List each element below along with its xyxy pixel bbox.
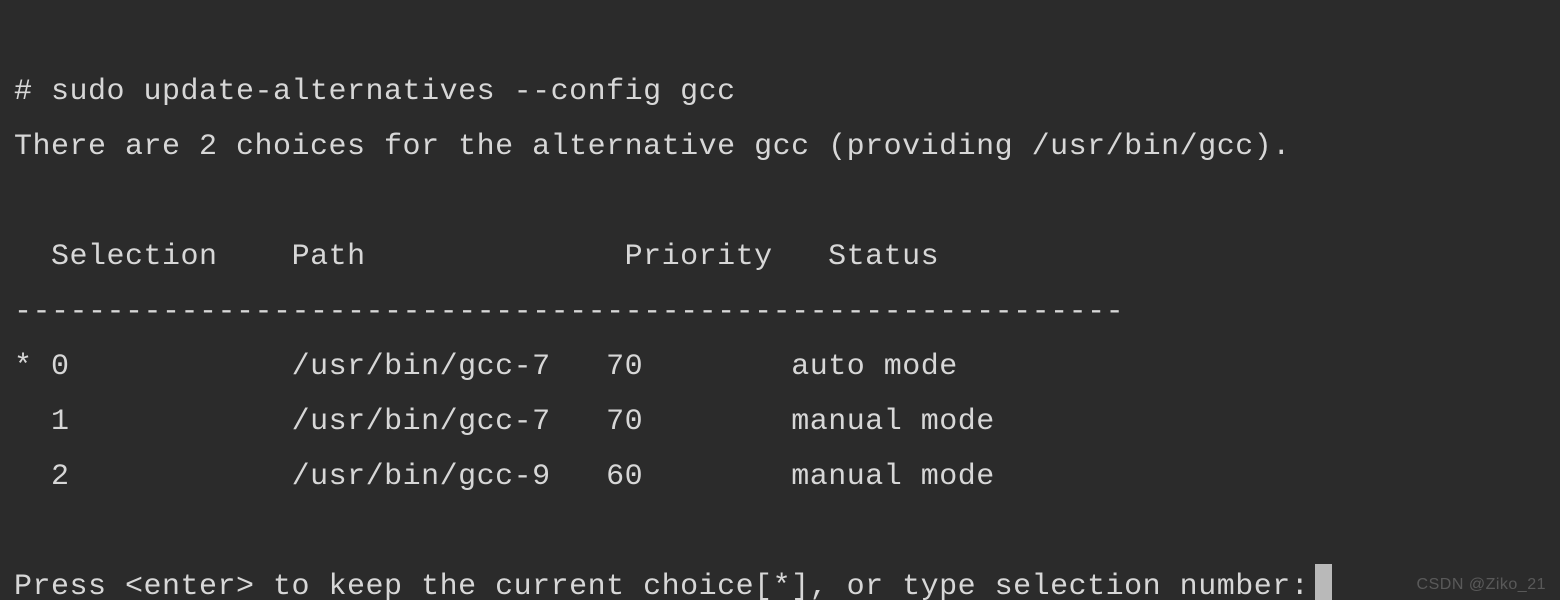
col-status: Status xyxy=(828,240,939,274)
row-status: auto mode xyxy=(791,350,958,384)
separator-line: ----------------------------------------… xyxy=(14,295,1124,329)
row-path: /usr/bin/gcc-9 xyxy=(292,460,551,494)
col-priority: Priority xyxy=(625,240,773,274)
row-priority: 70 xyxy=(606,350,643,384)
row-selection: 1 xyxy=(51,405,70,439)
terminal-output[interactable]: # sudo update-alternatives --config gcc … xyxy=(0,0,1560,600)
table-row: 2 /usr/bin/gcc-9 60 manual mode xyxy=(14,460,995,494)
command-line: # sudo update-alternatives --config gcc xyxy=(14,75,736,109)
row-selection: 2 xyxy=(51,460,70,494)
row-marker xyxy=(14,405,33,439)
row-priority: 70 xyxy=(606,405,643,439)
footer-prompt: Press <enter> to keep the current choice… xyxy=(14,570,1309,600)
row-selection: 0 xyxy=(51,350,70,384)
header-row: Selection Path Priority Status xyxy=(14,240,939,274)
intro-line: There are 2 choices for the alternative … xyxy=(14,130,1291,164)
row-marker: * xyxy=(14,350,33,384)
row-status: manual mode xyxy=(791,405,995,439)
table-row: * 0 /usr/bin/gcc-7 70 auto mode xyxy=(14,350,958,384)
watermark: CSDN @Ziko_21 xyxy=(1417,576,1546,594)
row-status: manual mode xyxy=(791,460,995,494)
table-row: 1 /usr/bin/gcc-7 70 manual mode xyxy=(14,405,995,439)
row-marker xyxy=(14,460,33,494)
col-path: Path xyxy=(292,240,366,274)
row-priority: 60 xyxy=(606,460,643,494)
cursor-icon xyxy=(1315,564,1332,600)
row-path: /usr/bin/gcc-7 xyxy=(292,350,551,384)
col-selection: Selection xyxy=(51,240,218,274)
row-path: /usr/bin/gcc-7 xyxy=(292,405,551,439)
